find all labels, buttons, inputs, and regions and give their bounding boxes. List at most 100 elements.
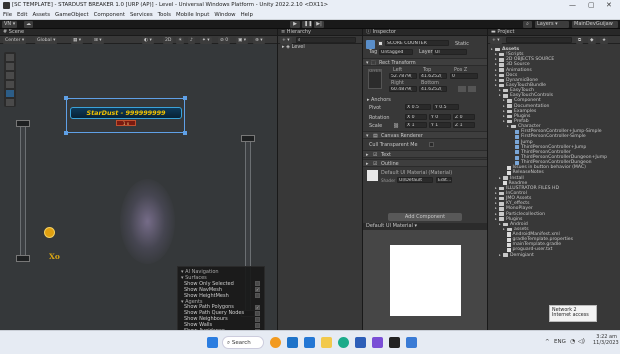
hierarchy-add-button[interactable]: + ▾ <box>280 36 292 44</box>
hierarchy-item-level[interactable]: ▸ ◈ Level <box>278 44 362 51</box>
search-icon[interactable]: ⌕ <box>523 21 532 28</box>
unity-taskbar-icon[interactable] <box>389 337 400 348</box>
filter-icon[interactable]: ⧉ <box>576 36 584 44</box>
anchors-foldout[interactable]: ▸ Anchors <box>367 97 391 103</box>
fold-arrow-icon[interactable]: ▾ <box>366 60 368 66</box>
pivot-y-field[interactable]: Y 0.5 <box>433 104 459 110</box>
rotation-z-field[interactable]: Z 0 <box>453 114 475 120</box>
left-field[interactable]: 52.7879( <box>389 73 417 79</box>
nav-option-checkbox[interactable] <box>255 310 260 316</box>
project-tab[interactable]: ▬ Project <box>488 29 620 36</box>
posz-field[interactable]: 0 <box>450 73 478 79</box>
transform-tool-icon[interactable] <box>6 99 14 106</box>
language-indicator[interactable]: ENG <box>554 339 566 345</box>
cloud-icon[interactable]: ☁ <box>24 21 33 28</box>
store-icon[interactable] <box>355 337 366 348</box>
camera-dropdown[interactable]: ▣ ▾ <box>236 36 249 44</box>
maximize-button[interactable]: ▢ <box>588 1 595 9</box>
rotation-y-field[interactable]: Y 0 <box>429 114 451 120</box>
move-tool-icon[interactable] <box>6 63 14 70</box>
layers-dropdown[interactable]: Layers ▾ <box>535 21 569 28</box>
mail-icon[interactable] <box>304 337 315 348</box>
preview-header[interactable]: Default UI Material ▾ <box>363 223 487 230</box>
rect-tool-icon[interactable] <box>6 90 14 97</box>
wifi-icon[interactable]: ◔ <box>570 338 575 345</box>
play-button[interactable]: ▶ <box>290 21 300 28</box>
draw-mode-dropdown[interactable]: ◐ ▾ <box>142 36 154 44</box>
scene-viewport[interactable]: StarDust - 999999999 1 x Xo ▾ AI Navigat… <box>0 44 277 330</box>
menu-gameobject[interactable]: GameObject <box>55 12 89 18</box>
anchor-preset-button[interactable]: stretch <box>368 69 382 89</box>
menu-file[interactable]: File <box>3 12 12 18</box>
project-tree-item[interactable]: ▸ Demigiant <box>488 253 620 258</box>
static-label[interactable]: Static <box>455 41 469 47</box>
gameobject-name-field[interactable]: SCORE COUNTER <box>385 40 449 46</box>
tray-chevron-icon[interactable]: ^ <box>545 339 550 345</box>
tag-dropdown[interactable]: Untagged <box>379 49 413 55</box>
nav-option-checkbox[interactable]: ✓ <box>255 304 260 310</box>
scale-z-field[interactable]: Z 1 <box>453 122 475 128</box>
effects-toggle[interactable]: ✦ ▾ <box>200 36 212 44</box>
expand-arrow-icon[interactable]: ▸ <box>282 44 285 50</box>
edge-icon[interactable] <box>338 337 349 348</box>
menu-services[interactable]: Services <box>130 12 153 18</box>
start-icon[interactable] <box>207 337 218 348</box>
pivot-x-field[interactable]: X 0.5 <box>405 104 431 110</box>
right-field[interactable]: 60.4879( <box>389 86 417 92</box>
gizmos-dropdown[interactable]: ⊕ ▾ <box>253 36 265 44</box>
snap-increment-button[interactable]: ⊞ ▾ <box>92 36 104 44</box>
rotate-tool-icon[interactable] <box>6 72 14 79</box>
link-scale-icon[interactable]: ⛓ <box>393 123 399 129</box>
add-component-button[interactable]: Add Component <box>388 213 462 221</box>
nav-option-checkbox[interactable] <box>255 316 260 322</box>
volume-icon[interactable]: ◁) <box>578 338 585 345</box>
app-icon[interactable] <box>372 337 383 348</box>
scale-y-field[interactable]: Y 1 <box>429 122 451 128</box>
raw-edit-button[interactable] <box>468 86 476 92</box>
nav-option-checkbox[interactable]: ✓ <box>255 287 260 293</box>
text-component-checkbox[interactable]: ☑ <box>373 152 377 158</box>
layout-dropdown[interactable]: MainDevGuijaw <box>572 21 618 28</box>
rect-transform-header[interactable]: ▾ ⬚ Rect Transform <box>363 58 487 66</box>
menu-window[interactable]: Window <box>214 12 235 18</box>
hierarchy-search-input[interactable]: ⌕ <box>296 37 356 43</box>
project-search-input[interactable] <box>506 37 572 43</box>
task-view-icon[interactable] <box>287 337 298 348</box>
grid-snapping-button[interactable]: ▦ ▾ <box>71 36 84 44</box>
lighting-toggle[interactable]: ☀ <box>176 36 185 44</box>
hidden-objects-toggle[interactable]: ⊘ 0 <box>218 36 231 44</box>
minimize-button[interactable]: — <box>569 1 576 9</box>
menu-assets[interactable]: Assets <box>32 12 50 18</box>
menu-edit[interactable]: Edit <box>17 12 27 18</box>
rect-handle-tl[interactable] <box>64 96 68 100</box>
scale-x-field[interactable]: X 1 <box>405 122 427 128</box>
space-dropdown[interactable]: Global ▾ <box>35 36 58 44</box>
outline-component-header[interactable]: ▸ ☑ Outline <box>363 159 487 167</box>
file-explorer-icon[interactable] <box>321 337 332 348</box>
fold-arrow-icon[interactable]: ▸ <box>366 152 368 158</box>
menu-mobile-input[interactable]: Mobile Input <box>176 12 209 18</box>
2d-toggle[interactable]: 2D <box>163 36 174 44</box>
top-field[interactable]: 41.6252( <box>419 73 447 79</box>
step-button[interactable]: ▶| <box>314 21 324 28</box>
scene-tab[interactable]: # Scene <box>0 29 277 36</box>
active-checkbox[interactable] <box>378 41 383 46</box>
network-toast[interactable]: Network 2 Internet access <box>549 305 597 322</box>
cull-transparent-checkbox[interactable] <box>429 142 434 147</box>
fold-arrow-icon[interactable]: ▾ <box>366 133 368 139</box>
scale-tool-icon[interactable] <box>6 81 14 88</box>
favorite-icon[interactable]: ★ <box>600 36 609 44</box>
nav-option-checkbox[interactable] <box>255 322 260 328</box>
shader-edit-button[interactable]: Edit... <box>436 177 452 183</box>
vs-code-icon[interactable] <box>406 337 417 348</box>
label-filter-icon[interactable]: ◆ <box>588 36 596 44</box>
rotation-x-field[interactable]: X 0 <box>405 114 427 120</box>
pause-button[interactable]: ❚❚ <box>302 21 312 28</box>
browser-icon[interactable] <box>270 337 281 348</box>
pivot-dropdown[interactable]: Center ▾ <box>3 36 27 44</box>
close-button[interactable]: ✕ <box>606 1 612 9</box>
rect-handle-bl[interactable] <box>64 131 68 135</box>
bottom-field[interactable]: 41.6252( <box>419 86 447 92</box>
nav-option-checkbox[interactable] <box>255 293 260 299</box>
layer-dropdown[interactable]: UI <box>433 49 467 55</box>
